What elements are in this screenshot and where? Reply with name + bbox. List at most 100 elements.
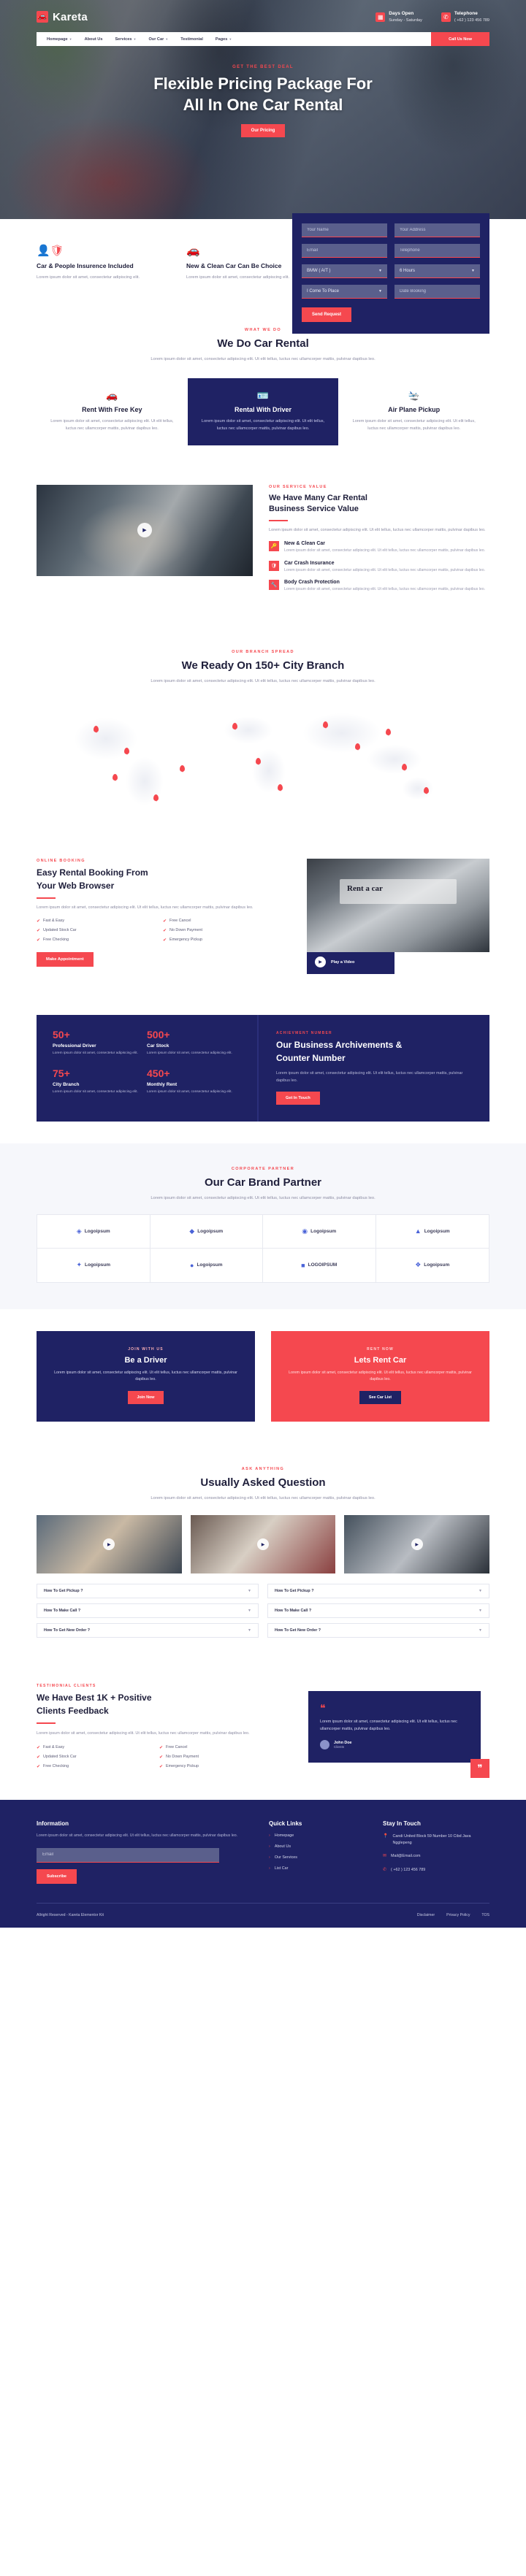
chevron-down-icon: ▼	[229, 37, 232, 41]
footer-link-disclaimer[interactable]: Disclaimer	[417, 1913, 435, 1917]
brand-logo[interactable]: 🚗 Kareta	[37, 11, 88, 23]
stats-title: Our Business Archivements & Counter Numb…	[276, 1039, 472, 1065]
footer-link-about-us[interactable]: › About Us	[269, 1844, 364, 1849]
faq-item[interactable]: How To Make Call ? ▼	[267, 1603, 489, 1619]
footer-link-list-car[interactable]: › List Car	[269, 1866, 364, 1871]
check-item: ✔ Updated Stock Car	[37, 1755, 159, 1760]
faq-video-thumbnails: ▶ ▶ ▶	[37, 1515, 490, 1574]
address-input[interactable]	[394, 223, 480, 237]
brand-logo-cell[interactable]: ▲ Logoipsum	[376, 1215, 489, 1249]
nav-label: Pages	[215, 37, 228, 42]
play-icon[interactable]: ▶	[257, 1538, 269, 1551]
brand-grid: ◈ Logoipsum ◆ Logoipsum ◉ Logoipsum ▲ Logoip…	[37, 1214, 489, 1283]
brand-logo-cell[interactable]: ◉ Logoipsum	[263, 1214, 376, 1249]
footer-information: Information Lorem ipsum dolor sit amet, …	[37, 1820, 250, 1884]
send-request-button[interactable]: Send Request	[302, 307, 352, 322]
stat-title: Professional Driver	[53, 1043, 96, 1049]
footer-link-privacy-policy[interactable]: Privacy Policy	[446, 1913, 470, 1917]
play-icon[interactable]: ▶	[137, 523, 152, 538]
car-select[interactable]: BMW ( A/T ) ▼	[302, 264, 387, 278]
map-pin[interactable]	[94, 726, 99, 733]
nav-item-our-car[interactable]: Our Car ▼	[148, 37, 168, 42]
map-pin[interactable]	[180, 765, 185, 773]
subscribe-button[interactable]: Subscribe	[37, 1868, 77, 1884]
brand-logo-cell[interactable]: ❖ Logoipsum	[376, 1249, 489, 1282]
map-pin[interactable]	[124, 748, 129, 755]
map-pin[interactable]	[424, 787, 429, 794]
map-pin[interactable]	[323, 721, 328, 729]
nav-item-pages[interactable]: Pages ▼	[216, 37, 232, 42]
chevron-down-icon: ▼	[69, 37, 72, 41]
make-appointment-button[interactable]: Make Appointment	[37, 951, 94, 967]
name-input[interactable]	[302, 223, 387, 237]
brand-logo-cell[interactable]: ● Logoipsum	[150, 1248, 263, 1282]
car-icon: 🚗	[106, 389, 118, 401]
form-row: BMW ( A/T ) ▼ 6 Hours ▼	[302, 264, 480, 278]
map-pin[interactable]	[386, 729, 391, 736]
map-pin[interactable]	[113, 774, 118, 781]
play-icon[interactable]: ▶	[103, 1538, 115, 1551]
nav-item-services[interactable]: Services ▼	[115, 37, 136, 42]
divider	[37, 897, 56, 899]
faq-item[interactable]: How To Make Call ? ▼	[37, 1603, 259, 1619]
online-booking-title: Easy Rental Booking From Your Web Browse…	[37, 867, 289, 892]
duration-select-wrap: 6 Hours ▼	[394, 264, 480, 278]
footer-email-input[interactable]	[37, 1847, 219, 1863]
footer-link-our-services[interactable]: › Our Services	[269, 1855, 364, 1860]
call-us-now-button[interactable]: Call Us Now	[431, 32, 489, 46]
join-now-button[interactable]: Join Now	[127, 1390, 164, 1404]
see-car-list-button[interactable]: See Car List	[359, 1390, 402, 1404]
footer-link-homepage[interactable]: › Homepage	[269, 1833, 364, 1838]
faq-video-thumbnail[interactable]: ▶	[37, 1515, 182, 1574]
place-select[interactable]: I Come To Place ▼	[302, 285, 387, 299]
footer-phone[interactable]: ✆ ( +62 ) 123 456 789	[383, 1867, 489, 1874]
date-booking-input[interactable]	[394, 285, 480, 299]
nav-item-homepage[interactable]: Homepage ▼	[47, 37, 72, 42]
faq-item[interactable]: How To Get New Order ? ▼	[267, 1623, 489, 1638]
check-label: Emergency Pickup	[166, 1764, 199, 1769]
faq-video-thumbnail[interactable]: ▶	[344, 1515, 490, 1574]
chevron-down-icon: ▼	[479, 1609, 482, 1614]
date-field-wrap	[394, 285, 480, 299]
map-pin[interactable]	[153, 794, 159, 802]
brand-logo-cell[interactable]: ■ LOGOIPSUM	[263, 1248, 376, 1282]
map-pin[interactable]	[355, 743, 360, 751]
footer-link-tos[interactable]: TOS	[481, 1913, 489, 1917]
faq-item[interactable]: How To Get Pickup ? ▼	[37, 1584, 259, 1599]
address-field-wrap	[394, 223, 480, 237]
get-in-touch-button[interactable]: Get In Touch	[276, 1092, 320, 1105]
play-video-card[interactable]: ▶ Play a Video	[307, 950, 394, 975]
faq-item[interactable]: How To Get New Order ? ▼	[37, 1623, 259, 1638]
faq-item[interactable]: How To Get Pickup ? ▼	[267, 1584, 489, 1599]
email-input[interactable]	[302, 244, 387, 258]
play-icon[interactable]: ▶	[315, 957, 326, 968]
nav-item-about-us[interactable]: About Us	[85, 37, 103, 42]
cta-eyebrow: JOIN WITH US	[128, 1346, 164, 1352]
avatar	[320, 1740, 329, 1750]
value-video-thumbnail[interactable]: ▶	[37, 484, 253, 576]
telephone-input[interactable]	[394, 244, 480, 258]
logo-mark-icon: ✦	[76, 1261, 82, 1269]
map-pin[interactable]	[402, 764, 407, 771]
our-pricing-button[interactable]: Our Pricing	[240, 124, 286, 138]
service-card-rental-with-driver[interactable]: 🪪 Rental With Driver Lorem ipsum dolor s…	[187, 377, 339, 445]
faq-accordions: How To Get Pickup ? ▼ How To Make Call ? ▼…	[37, 1584, 489, 1643]
map-pin[interactable]	[256, 758, 261, 765]
map-pin[interactable]	[278, 784, 283, 791]
service-card-rent-with-free-key[interactable]: 🚗 Rent With Free Key Lorem ipsum dolor s…	[37, 378, 188, 445]
brand-logo-cell[interactable]: ✦ Logoipsum	[37, 1248, 150, 1282]
play-icon[interactable]: ▶	[411, 1538, 423, 1551]
nav-item-testimonial[interactable]: Testimonial	[180, 37, 203, 42]
map-pin[interactable]	[232, 723, 237, 730]
telephone-info[interactable]: ✆ Telephone ( +62 ) 123 456 789	[441, 10, 489, 23]
duration-select[interactable]: 6 Hours ▼	[394, 264, 480, 278]
chevron-down-icon: ▼	[165, 37, 169, 41]
faq-video-thumbnail[interactable]: ▶	[190, 1515, 336, 1574]
brand-logo-cell[interactable]: ◈ Logoipsum	[37, 1214, 150, 1249]
hero-body: GET THE BEST DEAL Flexible Pricing Packa…	[37, 46, 489, 138]
service-card-desc: Lorem ipsum dolor sit amet, consectetur …	[201, 418, 325, 432]
brand-logo-cell[interactable]: ◆ Logoipsum	[150, 1214, 263, 1249]
footer-email[interactable]: ✉ Mail@Email.com	[383, 1853, 489, 1860]
stats-title-line1: Our Business Archivements &	[276, 1040, 403, 1051]
service-card-air-plane-pickup[interactable]: 🛬 Air Plane Pickup Lorem ipsum dolor sit…	[338, 378, 489, 445]
